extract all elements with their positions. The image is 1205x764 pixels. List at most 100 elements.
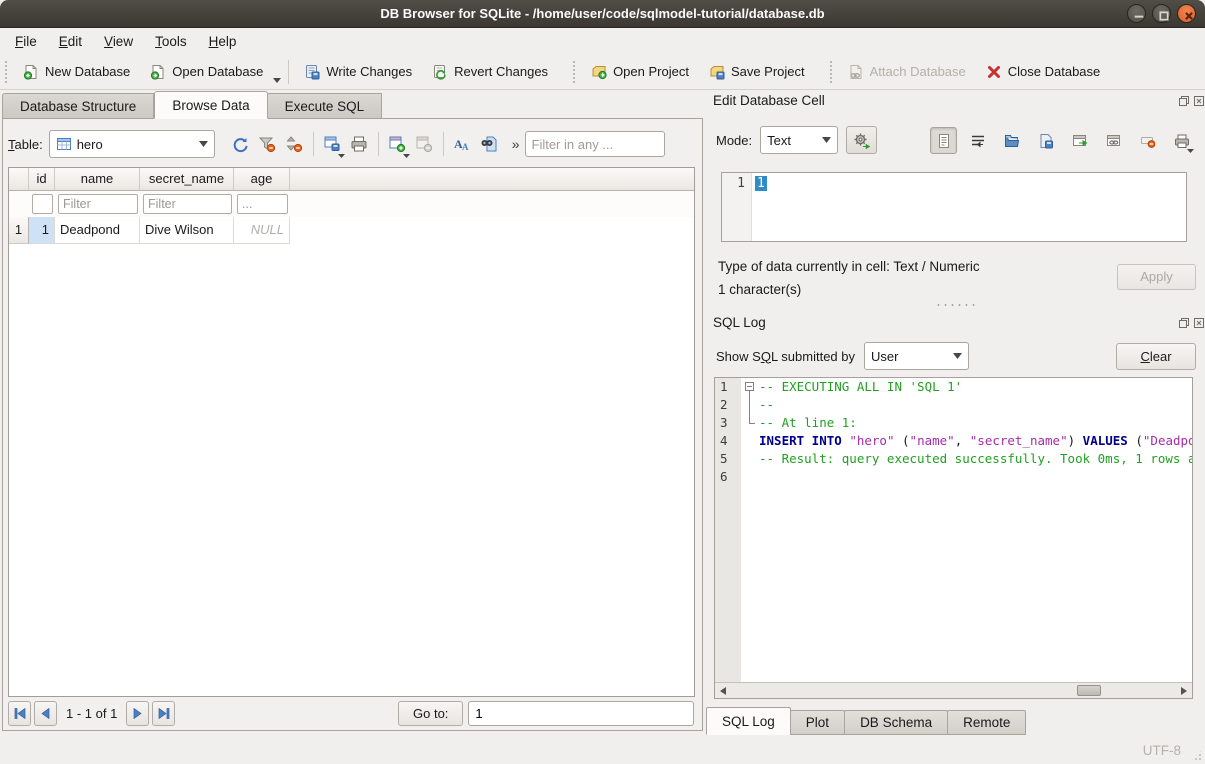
apply-button[interactable]: Apply [1117,264,1196,290]
row-number[interactable]: 1 [9,217,29,244]
clear-filters-button[interactable] [254,131,281,158]
word-wrap-button[interactable] [964,127,991,154]
horizontal-scrollbar[interactable] [715,682,1192,698]
maximize-button[interactable] [1152,4,1171,23]
dock-tab-remote[interactable]: Remote [947,710,1026,735]
column-header-name[interactable]: name [55,168,140,191]
copy-link-button[interactable] [1100,127,1127,154]
toolbar-drag-handle[interactable] [4,60,9,84]
clear-sorting-button[interactable] [281,131,308,158]
first-record-button[interactable] [8,701,31,726]
fold-margin[interactable] [741,378,759,396]
column-header-filler [290,168,694,191]
attach-database-button[interactable]: Attach Database [838,59,976,85]
close-button[interactable] [1177,4,1196,23]
fold-margin[interactable] [741,432,759,450]
mode-select[interactable]: Text [760,126,838,154]
delete-record-button[interactable] [411,131,438,158]
fold-margin[interactable] [741,396,759,414]
float-dock-button[interactable] [1178,317,1190,329]
dock-tab-sql-log[interactable]: SQL Log [706,707,791,735]
save-table-button[interactable] [319,131,346,158]
fold-margin[interactable] [741,414,759,432]
cell-editor[interactable]: 1 1 [721,172,1187,242]
scroll-right-arrow[interactable] [1178,685,1190,697]
menu-file[interactable]: File [4,31,48,52]
insert-record-icon [388,135,406,153]
sql-source-select[interactable]: User [864,342,969,370]
filter-input-id[interactable] [32,194,53,214]
close-icon [1181,8,1197,24]
auto-apply-button[interactable] [846,126,877,154]
tab-database-structure[interactable]: Database Structure [2,93,154,119]
scrollbar-thumb[interactable] [1077,685,1101,696]
float-dock-button[interactable] [1178,95,1190,107]
dock-tab-plot[interactable]: Plot [790,710,845,735]
menu-tools[interactable]: Tools [144,31,198,52]
previous-record-button[interactable] [34,701,57,726]
grid-corner[interactable] [9,168,29,191]
goto-button[interactable]: Go to: [398,701,463,726]
column-header-id[interactable]: id [29,168,55,191]
tab-execute-sql[interactable]: Execute SQL [268,93,383,119]
cell-mode-row: Mode: Text [716,126,877,154]
set-null-button[interactable] [1134,127,1161,154]
menu-edit[interactable]: Edit [48,31,93,52]
import-cell-data-button[interactable] [998,127,1025,154]
fold-collapse-icon[interactable] [745,382,754,391]
fold-margin[interactable] [741,450,759,468]
filter-input-secret-name[interactable] [143,194,232,214]
minimize-button[interactable] [1127,4,1146,23]
scroll-left-arrow[interactable] [717,685,729,697]
dock-tab-db-schema[interactable]: DB Schema [844,710,948,735]
titlebar[interactable]: DB Browser for SQLite - /home/user/code/… [0,0,1205,28]
open-database-button[interactable]: Open Database [140,59,273,85]
insert-record-button[interactable] [384,131,411,158]
find-in-table-button[interactable] [476,131,503,158]
close-dock-button[interactable] [1193,95,1205,107]
filter-input-name[interactable] [58,194,138,214]
toolbar-drag-handle[interactable] [829,60,834,84]
new-database-button[interactable]: New Database [13,59,140,85]
close-database-button[interactable]: Close Database [976,59,1111,85]
cell-editor-content[interactable]: 1 [752,173,767,241]
refresh-button[interactable] [227,131,254,158]
column-header-age[interactable]: age [234,168,290,191]
clear-log-button[interactable]: Clear [1116,343,1196,370]
open-database-dropdown[interactable] [273,61,283,83]
sql-log-viewer[interactable]: 1 -- EXECUTING ALL IN 'SQL 1' 2 -- 3 -- … [714,377,1193,699]
filter-input-age[interactable] [237,194,288,214]
toolbar-overflow-button[interactable]: » [507,136,525,152]
dock-splitter[interactable] [935,302,979,308]
write-changes-icon [304,64,320,80]
column-header-secret-name[interactable]: secret_name [140,168,234,191]
write-changes-button[interactable]: Write Changes [294,59,422,85]
menu-view[interactable]: View [93,31,144,52]
global-filter-input[interactable] [525,131,665,157]
goto-input[interactable] [468,701,694,726]
next-record-button[interactable] [126,701,149,726]
toolbar-drag-handle[interactable] [572,60,577,84]
cell-name[interactable]: Deadpond [55,217,140,244]
open-file-icon [1004,133,1020,149]
cell-id[interactable]: 1 [29,217,55,244]
cell-secret-name[interactable]: Dive Wilson [140,217,234,244]
menu-help[interactable]: Help [198,31,248,52]
open-in-external-button[interactable] [1066,127,1093,154]
table-select[interactable]: hero [49,130,215,158]
sql-log-content[interactable]: 1 -- EXECUTING ALL IN 'SQL 1' 2 -- 3 -- … [715,378,1192,682]
resize-grip[interactable] [1190,749,1203,762]
save-project-button[interactable]: Save Project [699,59,815,85]
last-record-button[interactable] [152,701,175,726]
fold-margin[interactable] [741,468,759,486]
close-dock-button[interactable] [1193,317,1205,329]
print-table-button[interactable] [346,131,373,158]
tab-browse-data[interactable]: Browse Data [154,91,267,119]
edit-display-format-button[interactable]: A A [449,131,476,158]
text-mode-button[interactable] [930,127,957,154]
open-project-button[interactable]: Open Project [581,59,699,85]
cell-age[interactable]: NULL [234,217,290,244]
log-line: 6 [715,468,1192,486]
revert-changes-button[interactable]: Revert Changes [422,59,558,85]
export-cell-data-button[interactable] [1032,127,1059,154]
